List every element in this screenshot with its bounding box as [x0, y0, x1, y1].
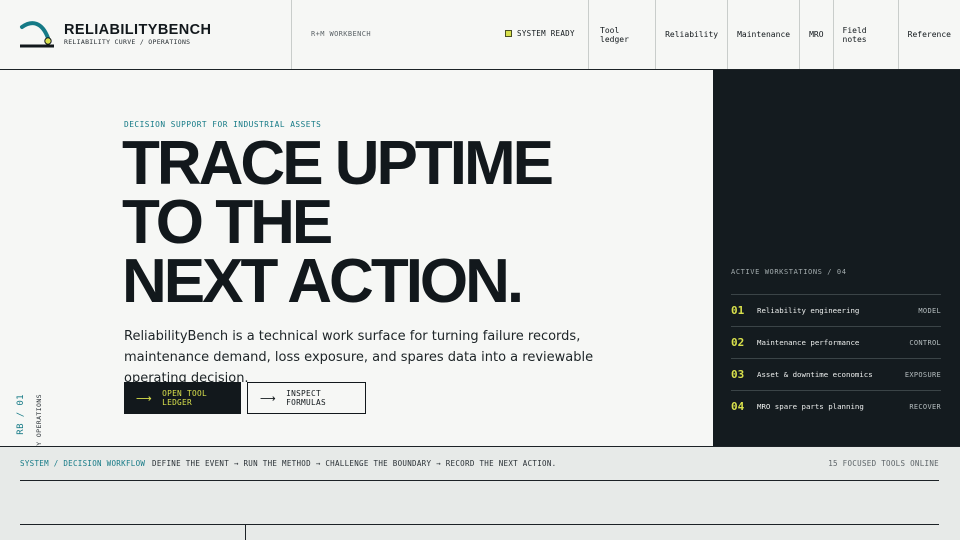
main-nav: Tool ledger Reliability Maintenance MRO … [588, 0, 960, 69]
open-tool-ledger-label: OPEN TOOL LEDGER [162, 389, 208, 407]
workstation-row[interactable]: 04 MRO spare parts planning RECOVER [731, 390, 941, 422]
workstation-list: 01 Reliability engineering MODEL 02 Main… [731, 294, 941, 422]
workstation-row[interactable]: 02 Maintenance performance CONTROL [731, 326, 941, 358]
inspect-formulas-label: INSPECT FORMULAS [286, 389, 327, 407]
headline-line-3: NEXT ACTION. [122, 247, 524, 316]
workstation-label: MRO spare parts planning [757, 402, 864, 411]
hero-section: RB / 01 RELIABILITY OPERATIONS WORKBENCH… [0, 70, 713, 489]
workstation-label: Maintenance performance [757, 338, 860, 347]
workstation-row[interactable]: 01 Reliability engineering MODEL [731, 294, 941, 326]
workstation-number: 04 [731, 400, 745, 413]
tools-online-count: 15 FOCUSED TOOLS ONLINE [828, 459, 939, 468]
workstation-label: Asset & downtime economics [757, 370, 873, 379]
nav-tool-ledger[interactable]: Tool ledger [588, 0, 655, 69]
arrow-right-icon: ⟶ [136, 391, 153, 405]
divider [245, 525, 246, 540]
brand-block[interactable]: RELIABILITYBENCH RELIABILITY CURVE / OPE… [0, 0, 292, 69]
headline-line-1: TRACE UPTIME [122, 129, 554, 198]
active-workstations-panel: ACTIVE WORKSTATIONS / 04 01 Reliability … [713, 70, 960, 446]
side-label-code: RB / 01 [16, 394, 26, 435]
divider [20, 480, 939, 481]
workstation-number: 03 [731, 368, 745, 381]
inspect-formulas-button[interactable]: ⟶ INSPECT FORMULAS [247, 382, 366, 414]
workflow-label: SYSTEM / DECISION WORKFLOW [20, 459, 146, 468]
nav-maintenance[interactable]: Maintenance [727, 0, 799, 69]
nav-mro[interactable]: MRO [799, 0, 832, 69]
open-tool-ledger-button[interactable]: ⟶ OPEN TOOL LEDGER [124, 382, 241, 414]
workstation-tag: MODEL [918, 306, 941, 315]
workstation-number: 01 [731, 304, 745, 317]
hero-headline: TRACE UPTIME TO THE NEXT ACTION. [122, 129, 554, 316]
brand-subtitle: RELIABILITY CURVE / OPERATIONS [64, 38, 191, 46]
hero-eyebrow: DECISION SUPPORT FOR INDUSTRIAL ASSETS [124, 120, 322, 129]
system-status: SYSTEM READY [505, 29, 575, 38]
workstation-tag: CONTROL [909, 338, 941, 347]
status-square-icon [505, 30, 512, 37]
side-label-rotated: RB / 01 [16, 394, 26, 435]
status-text: SYSTEM READY [517, 29, 575, 38]
workflow-strip: SYSTEM / DECISION WORKFLOW DEFINE THE EV… [0, 446, 960, 540]
divider [20, 524, 939, 525]
hero-description: ReliabilityBench is a technical work sur… [124, 329, 594, 386]
workstation-label: Reliability engineering [757, 306, 860, 315]
headline-line-2: TO THE [122, 188, 333, 257]
top-header: RELIABILITYBENCH RELIABILITY CURVE / OPE… [0, 0, 960, 70]
nav-reliability[interactable]: Reliability [655, 0, 727, 69]
workbench-label: R+M WORKBENCH [311, 30, 371, 38]
nav-reference[interactable]: Reference [897, 0, 960, 69]
reliability-curve-logo-icon [20, 21, 54, 48]
workstation-tag: EXPOSURE [904, 370, 941, 379]
nav-field-notes[interactable]: Field notes [832, 0, 898, 69]
workstation-row[interactable]: 03 Asset & downtime economics EXPOSURE [731, 358, 941, 390]
workstation-tag: RECOVER [909, 402, 941, 411]
workstation-number: 02 [731, 336, 745, 349]
workflow-steps: DEFINE THE EVENT → RUN THE METHOD → CHAL… [152, 459, 557, 468]
brand-name: RELIABILITYBENCH [64, 22, 212, 38]
arrow-right-icon: ⟶ [260, 391, 277, 405]
panel-title: ACTIVE WORKSTATIONS / 04 [731, 268, 847, 276]
